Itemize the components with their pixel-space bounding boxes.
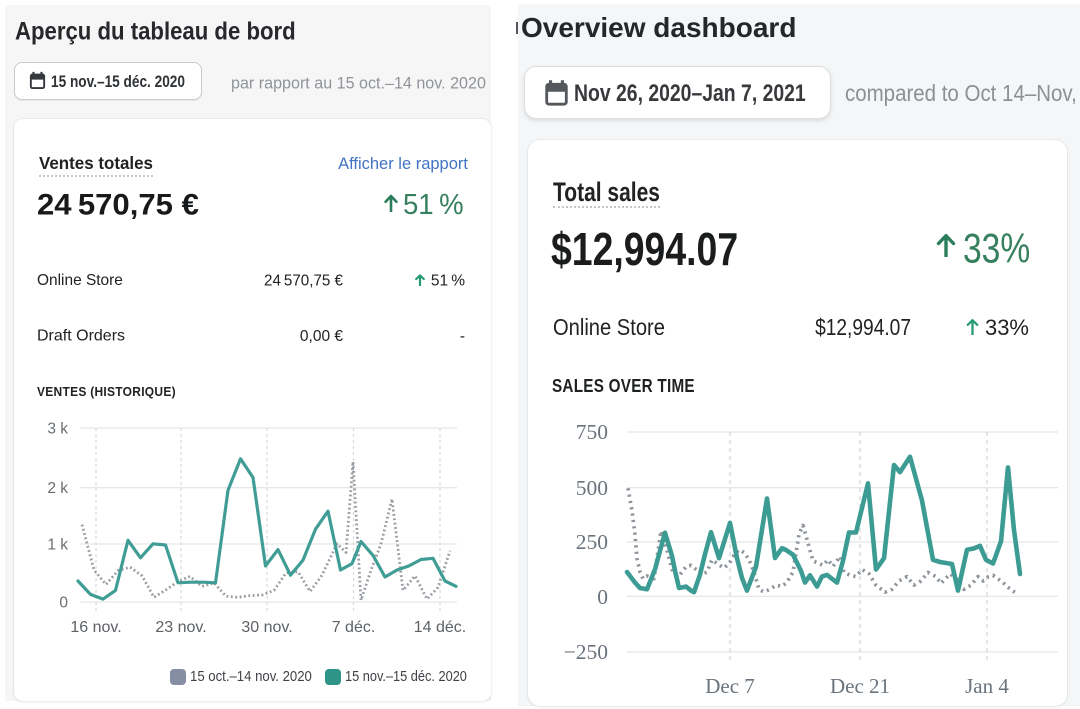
svg-text:Draft Orders: Draft Orders bbox=[37, 328, 125, 345]
svg-text:SALES OVER TIME: SALES OVER TIME bbox=[552, 376, 695, 397]
svg-text:VENTES (HISTORIQUE): VENTES (HISTORIQUE) bbox=[37, 385, 176, 400]
svg-text:15 nov.–15 déc. 2020: 15 nov.–15 déc. 2020 bbox=[345, 667, 467, 684]
svg-text:0,00 €: 0,00 € bbox=[300, 328, 343, 345]
svg-text:0: 0 bbox=[59, 595, 68, 612]
svg-text:24 570,75 €: 24 570,75 € bbox=[264, 272, 343, 289]
svg-text:Aperçu du tableau de bord: Aperçu du tableau de bord bbox=[15, 18, 296, 46]
svg-text:$12,994.07: $12,994.07 bbox=[551, 223, 738, 275]
svg-text:Afficher le rapport: Afficher le rapport bbox=[338, 155, 468, 173]
svg-text:15 oct.–14 nov. 2020: 15 oct.–14 nov. 2020 bbox=[190, 668, 312, 685]
svg-text:Nov 26, 2020–Jan 7, 2021: Nov 26, 2020–Jan 7, 2021 bbox=[574, 79, 806, 107]
svg-text:7 déc.: 7 déc. bbox=[332, 619, 376, 636]
svg-text:51 %: 51 % bbox=[403, 187, 464, 220]
svg-text:Dec 21: Dec 21 bbox=[830, 674, 890, 698]
svg-text:250: 250 bbox=[576, 530, 608, 554]
svg-text:par rapport au 15 oct.–14 nov.: par rapport au 15 oct.–14 nov. 2020 bbox=[231, 74, 486, 92]
svg-text:14 déc.: 14 déc. bbox=[414, 619, 466, 636]
svg-text:−250: −250 bbox=[564, 640, 608, 664]
svg-text:Ventes totales: Ventes totales bbox=[39, 153, 153, 173]
svg-text:2 k: 2 k bbox=[47, 480, 68, 497]
svg-text:Online Store: Online Store bbox=[37, 272, 123, 289]
svg-text:Overview dashboard: Overview dashboard bbox=[521, 12, 796, 43]
svg-text:30 nov.: 30 nov. bbox=[241, 619, 292, 636]
svg-text:23 nov.: 23 nov. bbox=[155, 619, 206, 636]
svg-text:3 k: 3 k bbox=[47, 421, 68, 438]
svg-text:compared to Oct 14–Nov,: compared to Oct 14–Nov, bbox=[845, 80, 1077, 107]
svg-text:24 570,75 €: 24 570,75 € bbox=[37, 188, 199, 221]
svg-text:Dec 7: Dec 7 bbox=[705, 674, 755, 698]
svg-text:Jan 4: Jan 4 bbox=[965, 674, 1009, 698]
svg-text:51 %: 51 % bbox=[431, 273, 465, 290]
svg-text:15 nov.–15 déc. 2020: 15 nov.–15 déc. 2020 bbox=[51, 73, 185, 92]
svg-text:33%: 33% bbox=[985, 315, 1029, 340]
svg-text:Online Store: Online Store bbox=[553, 314, 665, 341]
svg-text:0: 0 bbox=[597, 585, 608, 609]
svg-text:750: 750 bbox=[576, 420, 608, 444]
svg-text:33%: 33% bbox=[963, 226, 1030, 272]
svg-text:$12,994.07: $12,994.07 bbox=[815, 315, 911, 340]
svg-text:16 nov.: 16 nov. bbox=[70, 619, 121, 636]
svg-text:Total sales: Total sales bbox=[553, 178, 660, 208]
svg-text:1 k: 1 k bbox=[47, 537, 68, 554]
svg-text:-: - bbox=[460, 328, 465, 345]
svg-text:500: 500 bbox=[576, 476, 608, 500]
